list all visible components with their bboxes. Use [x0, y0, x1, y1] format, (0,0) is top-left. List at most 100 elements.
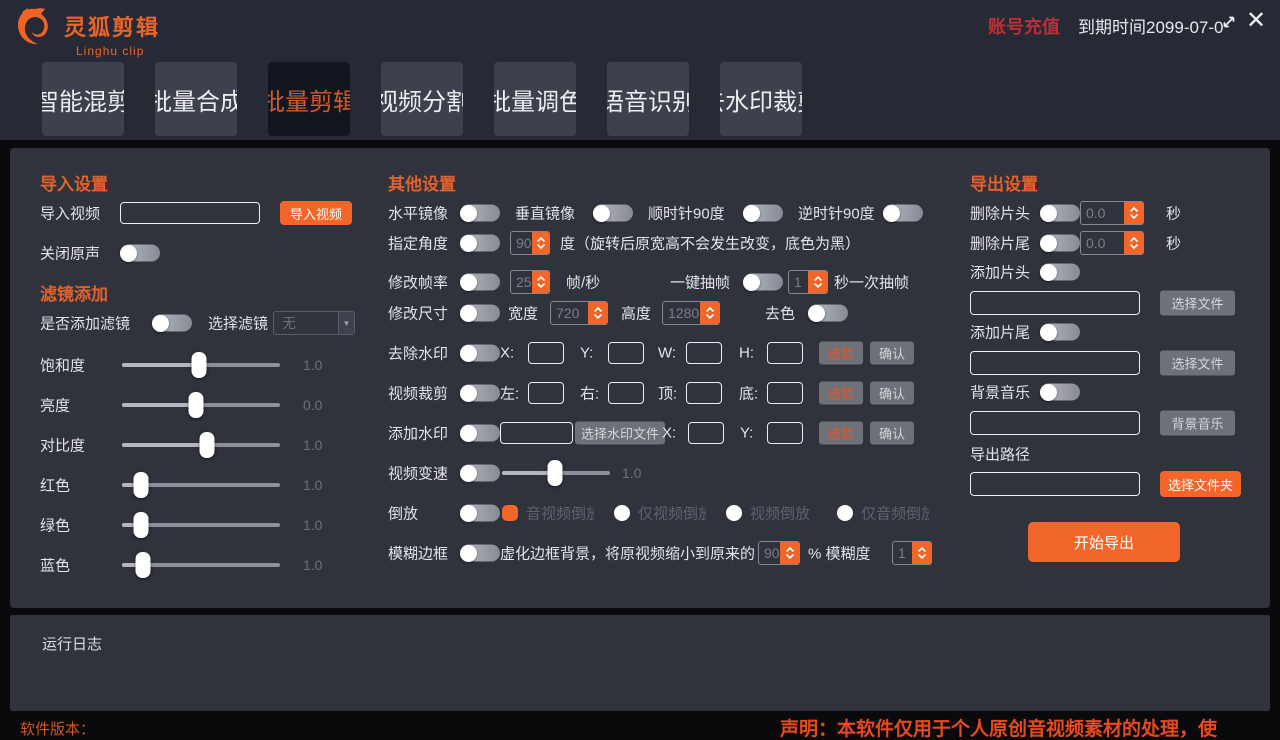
tab-batch-merge[interactable]: 批量合成 [155, 62, 237, 136]
vflip-toggle[interactable] [593, 205, 633, 222]
speed-toggle[interactable] [460, 465, 500, 482]
crop-top-input[interactable] [686, 382, 722, 404]
slider-handle[interactable] [200, 432, 215, 458]
green-slider[interactable] [122, 523, 280, 527]
radio-video-only-reverse[interactable] [614, 505, 630, 521]
bgm-toggle[interactable] [1040, 384, 1080, 401]
tab-watermark-crop[interactable]: 去水印裁剪 [720, 62, 802, 136]
tab-smart-mix[interactable]: 智能混剪 [42, 62, 124, 136]
slider-handle[interactable] [547, 460, 562, 486]
delogo-x-input[interactable] [528, 342, 564, 364]
extract-spinner[interactable]: 1 [788, 270, 828, 294]
blur-degree-spinner[interactable]: 1 [892, 541, 932, 565]
choose-folder-button[interactable]: 选择文件夹 [1160, 471, 1241, 497]
blue-slider[interactable] [122, 563, 280, 567]
trim-head-spinner[interactable]: 0.0 [1080, 201, 1144, 225]
spinner-arrows-icon[interactable] [780, 542, 799, 564]
spinner-arrows-icon[interactable] [588, 302, 607, 324]
blur-toggle[interactable] [460, 545, 500, 562]
slider-handle[interactable] [189, 392, 204, 418]
crop-confirm-button[interactable]: 确认 [870, 382, 914, 405]
start-export-button[interactable]: 开始导出 [1028, 522, 1180, 562]
slider-handle[interactable] [192, 352, 207, 378]
watermark-toggle[interactable] [460, 425, 500, 442]
delogo-pick-button[interactable]: 选取 [819, 342, 863, 365]
spinner-arrows-icon[interactable] [912, 542, 931, 564]
add-tail-file-input[interactable] [970, 351, 1140, 375]
watermark-confirm-button[interactable]: 确认 [870, 422, 914, 445]
delogo-h-input[interactable] [767, 342, 803, 364]
tab-batch-color[interactable]: 批量调色 [494, 62, 576, 136]
red-slider[interactable] [122, 483, 280, 487]
add-tail-choose-file-button[interactable]: 选择文件 [1160, 351, 1235, 376]
crop-bottom-input[interactable] [767, 382, 803, 404]
resize-toggle[interactable] [460, 305, 500, 322]
y-label: Y: [580, 345, 593, 362]
height-spinner[interactable]: 1280 [662, 301, 720, 325]
brightness-slider[interactable] [122, 403, 280, 407]
trim-head-toggle[interactable] [1040, 205, 1080, 222]
bgm-choose-button[interactable]: 背景音乐 [1160, 411, 1235, 436]
delogo-w-input[interactable] [686, 342, 722, 364]
contrast-slider[interactable] [122, 443, 280, 447]
slider-handle[interactable] [135, 552, 150, 578]
delogo-confirm-button[interactable]: 确认 [870, 342, 914, 365]
spinner-arrows-icon[interactable] [532, 271, 550, 293]
tab-batch-edit[interactable]: 批量剪辑 [268, 62, 350, 136]
export-path-input[interactable] [970, 472, 1140, 496]
watermark-y-input[interactable] [767, 422, 803, 444]
grayscale-toggle[interactable] [808, 305, 848, 322]
fps-toggle[interactable] [460, 274, 500, 291]
trim-tail-toggle[interactable] [1040, 235, 1080, 252]
crop-pick-button[interactable]: 选取 [819, 382, 863, 405]
watermark-x-input[interactable] [688, 422, 724, 444]
recharge-link[interactable]: 账号充值 [988, 13, 1060, 39]
width-spinner[interactable]: 720 [550, 301, 608, 325]
reverse-toggle[interactable] [460, 505, 500, 522]
trim-tail-spinner[interactable]: 0.0 [1080, 231, 1144, 255]
tab-video-split[interactable]: 视频分割 [381, 62, 463, 136]
bgm-file-input[interactable] [970, 411, 1140, 435]
slider-handle[interactable] [133, 512, 148, 538]
angle-toggle[interactable] [460, 235, 500, 252]
crop-left-input[interactable] [528, 382, 564, 404]
watermark-file-input[interactable] [500, 422, 573, 444]
extract-toggle[interactable] [743, 274, 783, 291]
angle-spinner[interactable]: 90 [510, 231, 550, 255]
radio-video-reverse[interactable] [726, 505, 742, 521]
import-video-button[interactable]: 导入视频 [280, 201, 352, 225]
add-tail-toggle[interactable] [1040, 324, 1080, 341]
cw90-toggle[interactable] [743, 205, 783, 222]
watermark-pick-button[interactable]: 选取 [819, 422, 863, 445]
spinner-arrows-icon[interactable] [532, 232, 550, 254]
spinner-arrows-icon[interactable] [1124, 202, 1143, 224]
hflip-toggle[interactable] [460, 205, 500, 222]
radio-audio-only-reverse[interactable] [837, 505, 853, 521]
close-icon[interactable]: ✕ [1246, 8, 1266, 34]
fps-spinner[interactable]: 25 [510, 270, 550, 294]
delogo-toggle[interactable] [460, 345, 500, 362]
filter-enable-toggle[interactable] [152, 315, 192, 332]
crop-right-input[interactable] [608, 382, 644, 404]
add-head-file-input[interactable] [970, 291, 1140, 315]
crop-row: 视频裁剪 左: 右: 顶: 底: 选取 确认 [388, 378, 940, 408]
add-head-choose-file-button[interactable]: 选择文件 [1160, 291, 1235, 316]
crop-toggle[interactable] [460, 385, 500, 402]
radio-audio-video-reverse[interactable] [502, 505, 518, 521]
spinner-arrows-icon[interactable] [1124, 232, 1143, 254]
mute-toggle[interactable] [120, 245, 160, 262]
saturation-slider[interactable] [122, 363, 280, 367]
ccw90-toggle[interactable] [883, 205, 923, 222]
spinner-arrows-icon[interactable] [700, 302, 719, 324]
delogo-y-input[interactable] [608, 342, 644, 364]
tab-speech-recognition[interactable]: 语音识别 [607, 62, 689, 136]
restore-window-icon[interactable] [1220, 13, 1238, 31]
filter-select-dropdown[interactable]: 无 ▼ [273, 311, 355, 335]
speed-slider[interactable] [502, 471, 610, 475]
add-head-toggle[interactable] [1040, 264, 1080, 281]
import-video-input[interactable] [120, 202, 260, 224]
spinner-arrows-icon[interactable] [808, 271, 827, 293]
blur-percent-spinner[interactable]: 90 [758, 541, 800, 565]
watermark-file-button[interactable]: 选择水印文件 [575, 422, 665, 445]
slider-handle[interactable] [133, 472, 148, 498]
